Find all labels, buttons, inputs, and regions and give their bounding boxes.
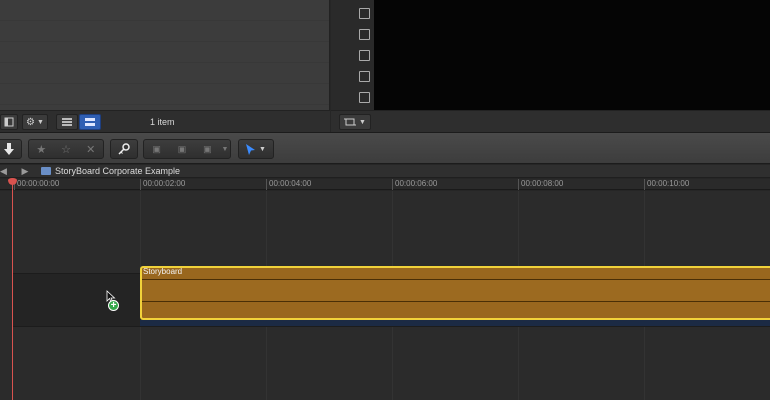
checkbox[interactable]: [359, 29, 370, 40]
clip-appearance-icon: [4, 117, 14, 127]
list-icon: [62, 118, 72, 126]
item-count: 1 item: [150, 117, 175, 127]
viewer-bottom-bar: ▼: [331, 110, 770, 132]
ruler-label: 00:00:04:00: [269, 179, 312, 188]
chevron-down-icon[interactable]: ▼: [220, 146, 230, 153]
clip-filmstrip: [142, 279, 770, 302]
add-icon: +: [108, 300, 119, 311]
connect-clip-icon[interactable]: ▣: [144, 144, 169, 155]
pointer-icon: [246, 143, 256, 155]
edit-buttons: ▣ ▣ ▣ ▼: [143, 139, 231, 159]
timeline-history-nav: ◀ ▶: [0, 166, 28, 177]
ruler-tick: [392, 179, 393, 190]
chevron-down-icon: ▼: [259, 145, 266, 153]
filmstrip-icon: [85, 118, 95, 126]
checkbox[interactable]: [359, 71, 370, 82]
filmstrip-view-button[interactable]: [79, 114, 101, 130]
down-arrow-icon: [4, 143, 14, 155]
viewer-screen[interactable]: [374, 0, 770, 110]
clip-title: Storyboard: [143, 267, 183, 276]
playhead[interactable]: [12, 179, 13, 400]
checkbox[interactable]: [359, 8, 370, 19]
ruler-label: 00:00:10:00: [647, 179, 690, 188]
gear-icon: ⚙: [26, 116, 36, 128]
forward-arrow-icon[interactable]: ▶: [21, 166, 28, 176]
checkbox[interactable]: [359, 50, 370, 61]
browser-bottom-bar: ⚙ ▼ 1 item: [0, 110, 330, 132]
chevron-down-icon: ▼: [37, 118, 44, 126]
project-icon: [41, 167, 51, 175]
crop-icon: [344, 118, 357, 126]
timeline-ruler[interactable]: 00:00:00:00 00:00:02:00 00:00:04:00 00:0…: [0, 179, 770, 190]
timeline-header: ◀ ▶ StoryBoard Corporate Example: [0, 165, 770, 178]
ruler-tick: [518, 179, 519, 190]
ruler-label: 00:00:06:00: [395, 179, 438, 188]
back-arrow-icon[interactable]: ◀: [0, 166, 7, 176]
append-clip-icon[interactable]: ▣: [195, 144, 220, 155]
keyword-button[interactable]: [110, 139, 138, 159]
ruler-tick: [266, 179, 267, 190]
viewer-side-panel: [331, 0, 374, 110]
insert-clip-icon[interactable]: ▣: [169, 144, 194, 155]
list-view-button[interactable]: [56, 114, 78, 130]
project-title: StoryBoard Corporate Example: [55, 166, 181, 176]
key-icon: [118, 143, 130, 155]
clip-audio-strip: [140, 320, 770, 326]
action-menu-button[interactable]: ⚙ ▼: [22, 114, 48, 130]
toolbar: ★ ☆ ✕ ▣ ▣ ▣ ▼ ▼: [0, 132, 770, 164]
favorite-icon[interactable]: ★: [29, 143, 54, 156]
chevron-down-icon: ▼: [359, 118, 366, 126]
viewer: ▼: [331, 0, 770, 132]
ruler-tick: [644, 179, 645, 190]
unrate-icon[interactable]: ☆: [54, 143, 79, 156]
ruler-label: 00:00:00:00: [17, 179, 60, 188]
browser-list-area[interactable]: [0, 0, 329, 110]
clip-appearance-button[interactable]: [0, 114, 18, 130]
select-tool-button[interactable]: ▼: [238, 139, 274, 159]
library-browser: ⚙ ▼ 1 item: [0, 0, 330, 132]
storyboard-clip[interactable]: Storyboard: [140, 266, 770, 320]
checkbox[interactable]: [359, 92, 370, 103]
ruler-tick: [140, 179, 141, 190]
transform-button[interactable]: ▼: [339, 114, 371, 130]
reject-icon[interactable]: ✕: [78, 143, 103, 156]
ruler-label: 00:00:02:00: [143, 179, 186, 188]
ruler-label: 00:00:08:00: [521, 179, 564, 188]
import-button[interactable]: [0, 139, 22, 159]
rating-buttons: ★ ☆ ✕: [28, 139, 104, 159]
